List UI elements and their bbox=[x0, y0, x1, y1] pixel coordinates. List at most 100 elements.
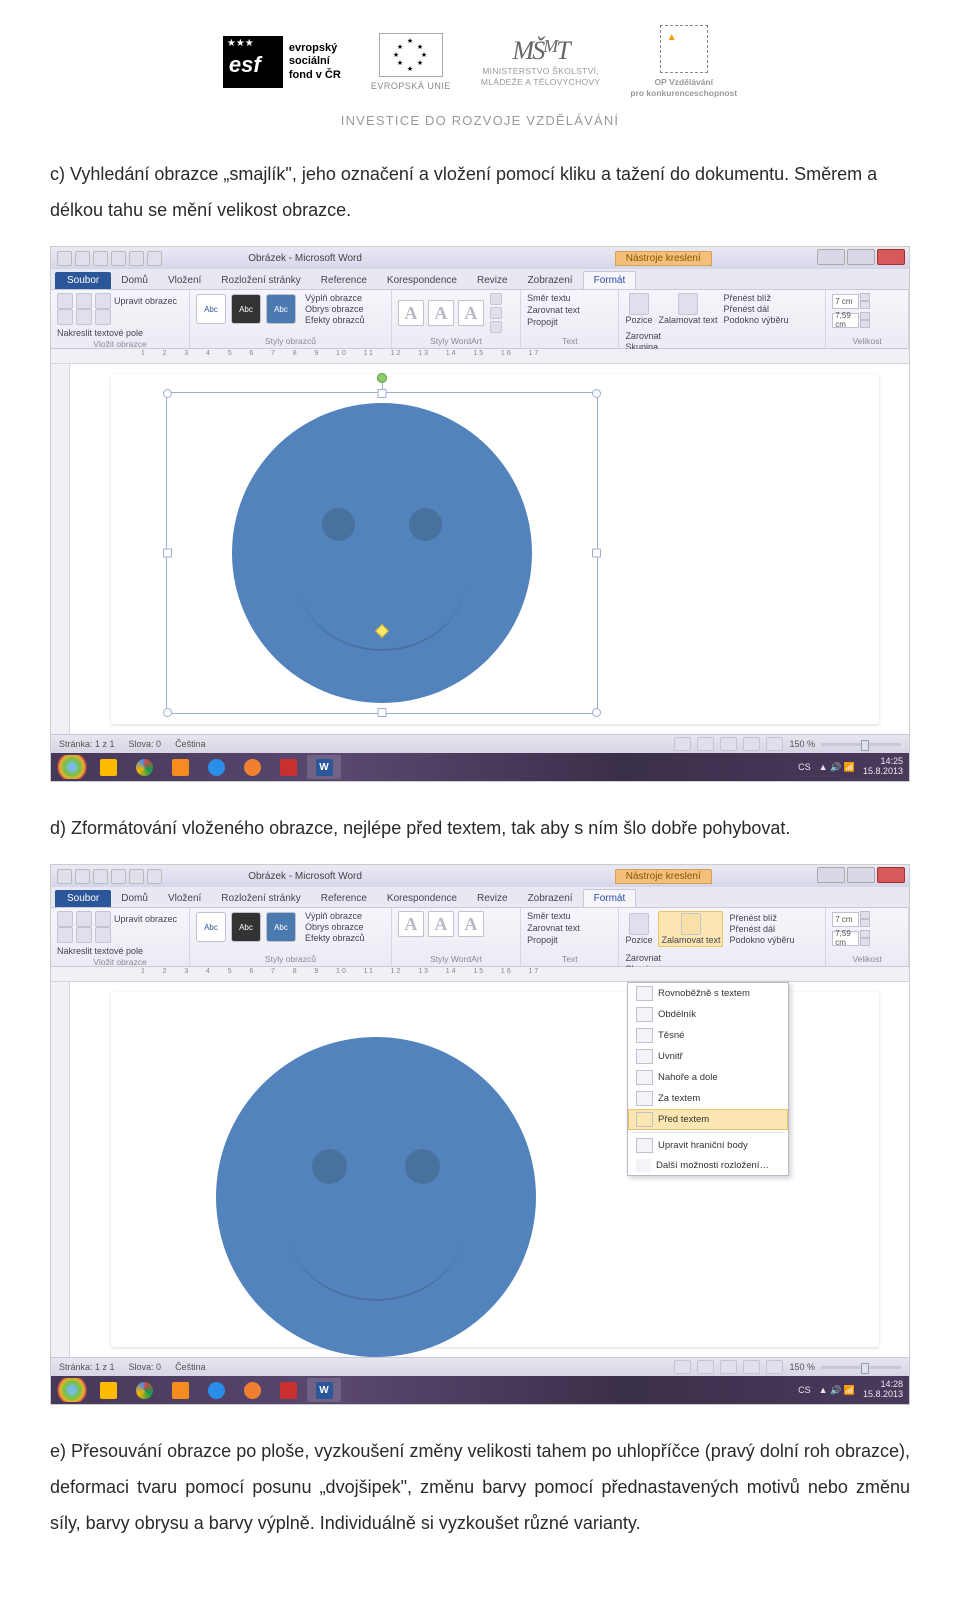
resize-handle-e[interactable] bbox=[592, 549, 601, 558]
close-button[interactable] bbox=[877, 867, 905, 883]
resize-handle-ne[interactable] bbox=[592, 389, 601, 398]
tab-view[interactable]: Zobrazení bbox=[518, 890, 583, 907]
resize-handle-s[interactable] bbox=[378, 708, 387, 717]
smiley-shape[interactable] bbox=[232, 403, 532, 703]
quick-access-toolbar[interactable] bbox=[57, 251, 162, 266]
minimize-button[interactable] bbox=[817, 249, 845, 265]
wordart-style[interactable]: A bbox=[398, 300, 424, 326]
shape-fill-button[interactable]: Výplň obrazce bbox=[305, 293, 365, 303]
zoom-slider[interactable] bbox=[821, 1366, 901, 1369]
maximize-button[interactable] bbox=[847, 867, 875, 883]
send-backward-button[interactable]: Přenést dál bbox=[723, 304, 788, 314]
view-draft[interactable] bbox=[766, 737, 783, 751]
shape-outline-button[interactable]: Obrys obrazce bbox=[305, 304, 365, 314]
rotation-handle[interactable] bbox=[377, 373, 387, 383]
wrap-through[interactable]: Uvnitř bbox=[628, 1046, 788, 1067]
document-canvas[interactable]: Rovnoběžně s textem Obdélník Těsné Uvnit… bbox=[51, 982, 909, 1357]
shape-gallery-icon[interactable] bbox=[57, 293, 73, 309]
shape-style-preset[interactable]: Abc bbox=[266, 294, 296, 324]
shape-style-preset[interactable]: Abc bbox=[196, 912, 226, 942]
resize-handle-se[interactable] bbox=[592, 708, 601, 717]
system-tray[interactable]: CS ▲ 🔊 📶 14:28 15.8.2013 bbox=[798, 1380, 903, 1400]
file-tab[interactable]: Soubor bbox=[55, 890, 111, 907]
zoom-slider[interactable] bbox=[821, 743, 901, 746]
tray-icons[interactable]: ▲ 🔊 📶 bbox=[819, 762, 855, 773]
tab-layout[interactable]: Rozložení stránky bbox=[211, 272, 310, 289]
horizontal-ruler[interactable] bbox=[51, 349, 909, 364]
taskbar-reader[interactable] bbox=[271, 755, 305, 779]
wrap-behind-text[interactable]: Za textem bbox=[628, 1088, 788, 1109]
tab-layout[interactable]: Rozložení stránky bbox=[211, 890, 310, 907]
create-link-button[interactable]: Propojit bbox=[527, 317, 612, 327]
edit-shape-button[interactable]: Upravit obrazec bbox=[114, 296, 177, 306]
wrap-more-options[interactable]: Další možnosti rozložení… bbox=[628, 1156, 788, 1175]
shape-style-preset[interactable]: Abc bbox=[266, 912, 296, 942]
tab-format[interactable]: Formát bbox=[583, 271, 637, 289]
align-button[interactable]: Zarovnat bbox=[625, 331, 661, 341]
tab-format[interactable]: Formát bbox=[583, 889, 637, 907]
width-spinner[interactable]: 7,59 cm bbox=[832, 930, 870, 946]
tab-insert[interactable]: Vložení bbox=[158, 890, 211, 907]
zoom-level[interactable]: 150 % bbox=[789, 739, 815, 749]
view-web[interactable] bbox=[720, 737, 737, 751]
tray-lang[interactable]: CS bbox=[798, 762, 811, 772]
wordart-style[interactable]: A bbox=[428, 300, 454, 326]
taskbar-chrome[interactable] bbox=[127, 755, 161, 779]
maximize-button[interactable] bbox=[847, 249, 875, 265]
bring-forward-button[interactable]: Přenést blíž bbox=[723, 293, 788, 303]
close-button[interactable] bbox=[877, 249, 905, 265]
horizontal-ruler[interactable] bbox=[51, 967, 909, 982]
smiley-shape[interactable] bbox=[216, 1037, 536, 1357]
taskbar-app[interactable] bbox=[91, 755, 125, 779]
document-canvas[interactable] bbox=[51, 364, 909, 734]
vertical-ruler[interactable] bbox=[51, 982, 70, 1357]
position-button[interactable]: Pozice bbox=[625, 913, 652, 945]
shape-effects-button[interactable]: Efekty obrazců bbox=[305, 315, 365, 325]
align-text-button[interactable]: Zarovnat text bbox=[527, 305, 612, 315]
taskbar-word[interactable]: W bbox=[307, 755, 341, 779]
page-indicator[interactable]: Stránka: 1 z 1 bbox=[59, 739, 115, 749]
tab-home[interactable]: Domů bbox=[111, 890, 158, 907]
shape-style-preset[interactable]: Abc bbox=[231, 912, 261, 942]
tab-mailings[interactable]: Korespondence bbox=[377, 890, 467, 907]
tab-mailings[interactable]: Korespondence bbox=[377, 272, 467, 289]
wordart-style[interactable]: A bbox=[458, 300, 484, 326]
tab-references[interactable]: Reference bbox=[311, 890, 377, 907]
wrap-in-front-of-text[interactable]: Před textem bbox=[628, 1109, 788, 1130]
draw-textbox-button[interactable]: Nakreslit textové pole bbox=[57, 328, 143, 338]
tab-review[interactable]: Revize bbox=[467, 890, 518, 907]
wrap-tight[interactable]: Těsné bbox=[628, 1025, 788, 1046]
wrap-square[interactable]: Obdélník bbox=[628, 1004, 788, 1025]
selection-pane-button[interactable]: Podokno výběru bbox=[723, 315, 788, 325]
position-button[interactable]: Pozice bbox=[625, 293, 652, 325]
width-spinner[interactable]: 7,59 cm bbox=[832, 312, 870, 328]
resize-handle-n[interactable] bbox=[378, 389, 387, 398]
tab-home[interactable]: Domů bbox=[111, 272, 158, 289]
vertical-ruler[interactable] bbox=[51, 364, 70, 734]
text-direction-button[interactable]: Směr textu bbox=[527, 293, 612, 303]
wrap-text-button[interactable]: Zalamovat text bbox=[658, 293, 717, 325]
height-spinner[interactable]: 7 cm bbox=[832, 911, 870, 927]
shape-style-preset[interactable]: Abc bbox=[196, 294, 226, 324]
shape-style-preset[interactable]: Abc bbox=[231, 294, 261, 324]
view-outline[interactable] bbox=[743, 737, 760, 751]
taskbar-wmp[interactable] bbox=[235, 755, 269, 779]
taskbar-ie[interactable] bbox=[199, 755, 233, 779]
resize-handle-sw[interactable] bbox=[163, 708, 172, 717]
quick-access-toolbar[interactable] bbox=[57, 869, 162, 884]
wrap-edit-points[interactable]: Upravit hraniční body bbox=[628, 1135, 788, 1156]
tab-references[interactable]: Reference bbox=[311, 272, 377, 289]
wrap-top-bottom[interactable]: Nahoře a dole bbox=[628, 1067, 788, 1088]
tab-view[interactable]: Zobrazení bbox=[518, 272, 583, 289]
taskbar-app[interactable] bbox=[163, 755, 197, 779]
tab-review[interactable]: Revize bbox=[467, 272, 518, 289]
height-spinner[interactable]: 7 cm bbox=[832, 293, 870, 309]
file-tab[interactable]: Soubor bbox=[55, 272, 111, 289]
start-button[interactable] bbox=[55, 1378, 89, 1402]
shape-selection-box[interactable] bbox=[166, 392, 598, 714]
start-button[interactable] bbox=[55, 755, 89, 779]
tab-insert[interactable]: Vložení bbox=[158, 272, 211, 289]
view-print-layout[interactable] bbox=[674, 737, 691, 751]
resize-handle-nw[interactable] bbox=[163, 389, 172, 398]
wrap-text-button-active[interactable]: Zalamovat text bbox=[658, 911, 723, 947]
